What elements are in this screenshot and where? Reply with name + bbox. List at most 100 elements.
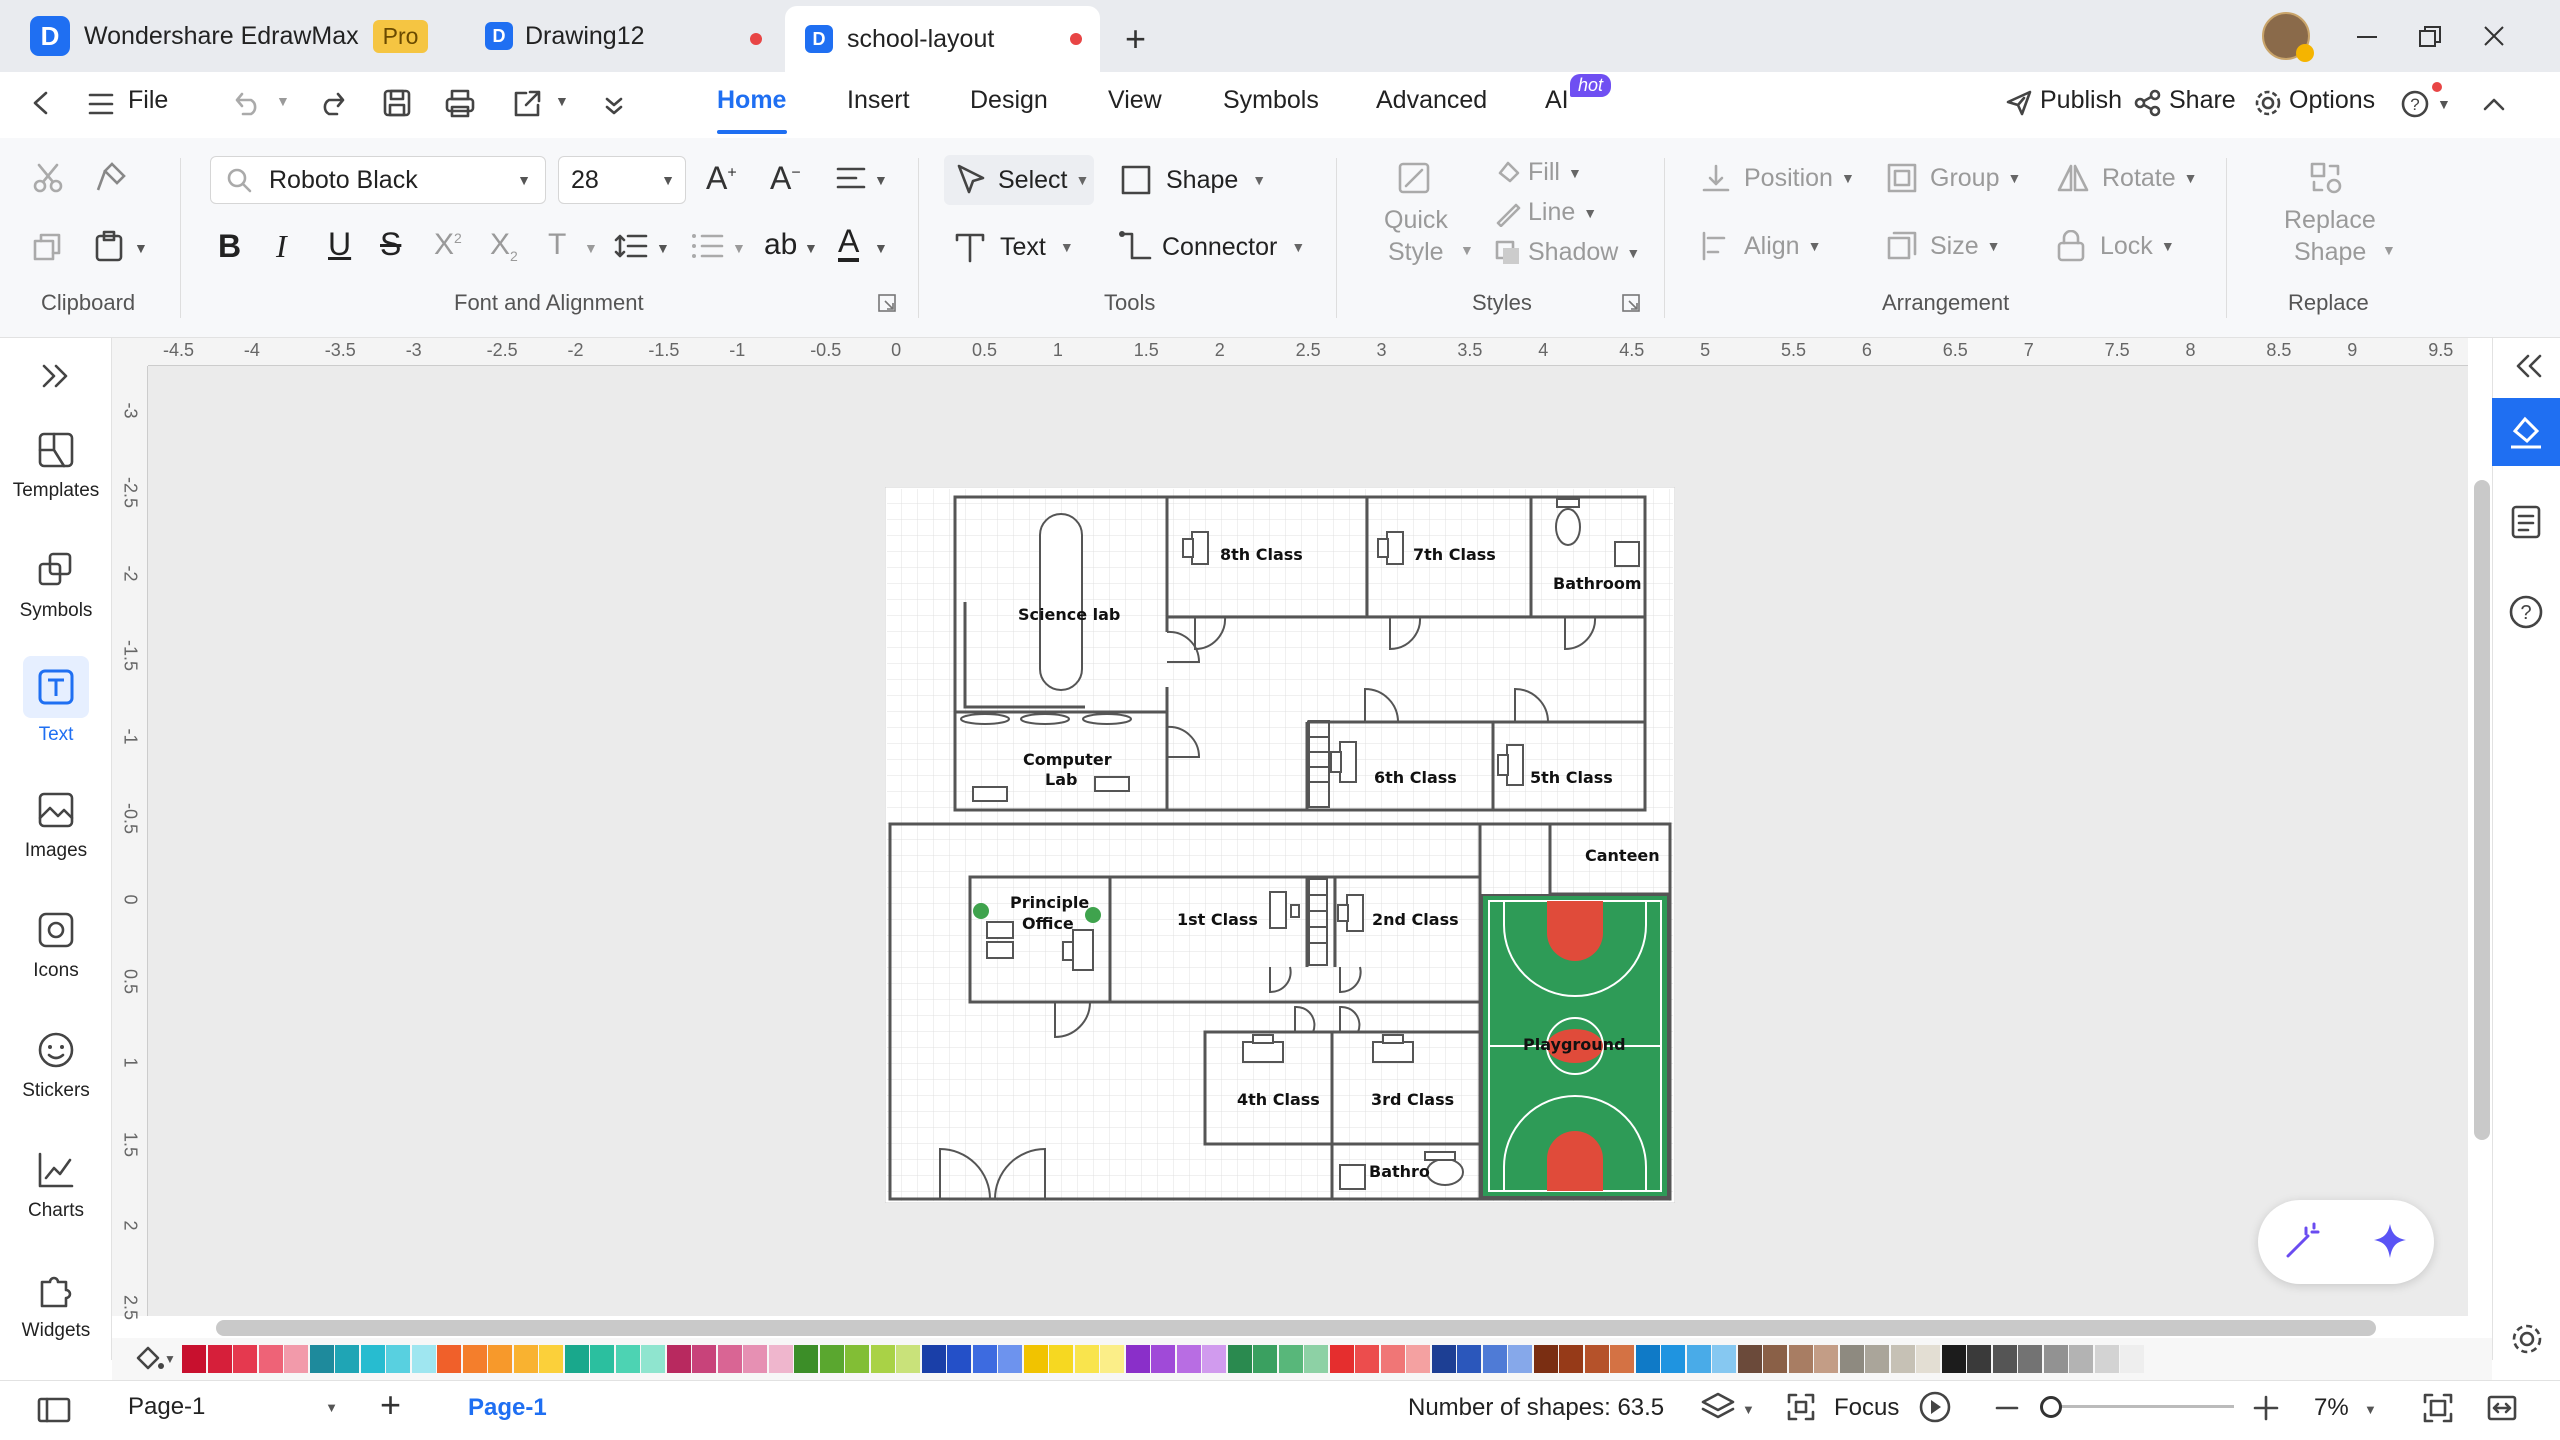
font-color-icon[interactable]: A — [838, 224, 860, 262]
horizontal-scrollbar[interactable] — [216, 1320, 2376, 1336]
app-tab[interactable]: D Wondershare EdrawMax Pro — [30, 0, 429, 72]
save-icon[interactable] — [382, 88, 412, 118]
copy-icon[interactable] — [32, 232, 62, 262]
paste-icon[interactable] — [94, 230, 126, 262]
export-icon[interactable] — [512, 88, 544, 118]
share-button[interactable]: Share — [2169, 86, 2236, 115]
layers-dropdown-caret[interactable]: ▼ — [1742, 1402, 1755, 1417]
room-5th-class[interactable]: 5th Class — [1530, 768, 1613, 787]
color-swatch[interactable] — [666, 1345, 691, 1373]
collapse-ribbon-icon[interactable] — [2482, 94, 2506, 114]
fill-dropdown-caret[interactable]: ▼ — [164, 1352, 176, 1366]
replace-shape-label-2[interactable]: Shape — [2294, 238, 2366, 267]
color-swatch[interactable] — [615, 1345, 640, 1373]
underline-icon[interactable]: U — [328, 226, 351, 263]
color-swatch[interactable] — [1992, 1345, 2017, 1373]
focus-button[interactable]: Focus — [1834, 1394, 1899, 1422]
layers-icon[interactable] — [1700, 1390, 1736, 1424]
room-computer-lab-line1[interactable]: Computer — [1023, 750, 1112, 769]
room-computer-lab-line2[interactable]: Lab — [1045, 770, 1077, 789]
color-swatch[interactable] — [1125, 1345, 1150, 1373]
color-swatch[interactable] — [2094, 1345, 2119, 1373]
color-swatch[interactable] — [845, 1345, 869, 1373]
color-swatch[interactable] — [1508, 1345, 1532, 1373]
size-button[interactable]: Size ▼ — [1886, 230, 2001, 262]
menu-tab-view[interactable]: View — [1108, 86, 1162, 115]
room-bathroom-bottom[interactable]: Bathro — [1369, 1162, 1430, 1181]
fit-width-icon[interactable] — [2486, 1394, 2518, 1422]
color-swatch[interactable] — [386, 1345, 410, 1373]
color-swatch[interactable] — [411, 1345, 436, 1373]
menu-tab-design[interactable]: Design — [970, 86, 1048, 115]
color-swatch[interactable] — [921, 1345, 946, 1373]
panel-item-templates[interactable]: Templates — [0, 428, 112, 502]
color-swatch[interactable] — [1686, 1345, 1711, 1373]
color-swatch[interactable] — [641, 1345, 665, 1373]
shadow-button[interactable]: Shadow ▼ — [1494, 238, 1640, 267]
replace-shape-label-1[interactable]: Replace — [2284, 206, 2376, 235]
color-swatch[interactable] — [1712, 1345, 1736, 1373]
zoom-level[interactable]: 7% — [2314, 1394, 2349, 1422]
color-swatch[interactable] — [309, 1345, 334, 1373]
menu-tab-home[interactable]: Home — [717, 86, 786, 115]
fill-bucket-icon[interactable] — [132, 1342, 166, 1374]
color-swatch[interactable] — [1839, 1345, 1864, 1373]
color-swatch[interactable] — [1737, 1345, 1762, 1373]
paste-dropdown-caret[interactable]: ▼ — [134, 240, 148, 256]
color-swatch[interactable] — [233, 1345, 257, 1373]
align-icon[interactable] — [836, 166, 866, 192]
zoom-out-icon[interactable] — [1994, 1396, 2020, 1420]
room-bathroom-top[interactable]: Bathroom — [1553, 574, 1642, 593]
quick-style-label-1[interactable]: Quick — [1384, 206, 1448, 235]
room-principle-office-line1[interactable]: Principle — [1010, 893, 1089, 912]
menu-tab-advanced[interactable]: Advanced — [1376, 86, 1487, 115]
color-swatch[interactable] — [1227, 1345, 1252, 1373]
color-swatch[interactable] — [1100, 1345, 1124, 1373]
color-swatch[interactable] — [1661, 1345, 1685, 1373]
cut-icon[interactable] — [32, 162, 64, 194]
line-button[interactable]: Line ▼ — [1494, 198, 1597, 227]
color-swatch[interactable] — [1814, 1345, 1838, 1373]
line-spacing-caret[interactable]: ▼ — [656, 240, 670, 256]
color-swatch[interactable] — [437, 1345, 461, 1373]
publish-icon[interactable] — [2005, 89, 2033, 117]
replace-shape-icon[interactable] — [2308, 160, 2344, 196]
add-page-icon[interactable]: + — [380, 1384, 401, 1426]
help-circle-icon[interactable]: ? — [2508, 594, 2544, 630]
expand-panel-icon[interactable] — [40, 362, 72, 390]
line-spacing-icon[interactable] — [614, 232, 648, 260]
color-swatch[interactable] — [1304, 1345, 1328, 1373]
share-icon[interactable] — [2134, 89, 2162, 117]
color-swatch[interactable] — [182, 1345, 206, 1373]
zoom-slider-thumb[interactable] — [2040, 1396, 2062, 1418]
color-swatch[interactable] — [1635, 1345, 1660, 1373]
text-style-icon[interactable]: T — [548, 228, 566, 262]
subscript-icon[interactable]: X2 — [490, 228, 518, 264]
font-color-caret[interactable]: ▼ — [874, 240, 888, 256]
color-swatch[interactable] — [564, 1345, 589, 1373]
color-swatch[interactable] — [1253, 1345, 1277, 1373]
strikethrough-icon[interactable]: S — [380, 226, 401, 263]
ai-sparkle-icon[interactable] — [2369, 1221, 2411, 1263]
collapse-right-panel-icon[interactable] — [2512, 352, 2544, 380]
rotate-button[interactable]: Rotate ▼ — [2056, 162, 2198, 194]
shape-tool-button[interactable]: Shape ▼ — [1120, 155, 1266, 205]
replace-shape-caret[interactable]: ▼ — [2382, 242, 2396, 258]
color-swatch[interactable] — [947, 1345, 971, 1373]
color-swatch[interactable] — [1049, 1345, 1073, 1373]
room-6th-class[interactable]: 6th Class — [1374, 768, 1457, 787]
room-3rd-class[interactable]: 3rd Class — [1371, 1090, 1454, 1109]
color-swatch[interactable] — [590, 1345, 614, 1373]
quick-style-caret[interactable]: ▼ — [1460, 242, 1474, 258]
color-swatch[interactable] — [1457, 1345, 1481, 1373]
help-icon[interactable]: ? — [2400, 89, 2430, 119]
color-swatch[interactable] — [1533, 1345, 1558, 1373]
color-swatch[interactable] — [2018, 1345, 2042, 1373]
more-chevrons-icon[interactable] — [603, 94, 625, 116]
select-tool-button[interactable]: Select ▼ — [944, 155, 1094, 205]
text-case-caret[interactable]: ▼ — [804, 240, 818, 256]
panel-item-stickers[interactable]: Stickers — [0, 1028, 112, 1102]
align-button[interactable]: Align ▼ — [1700, 230, 1821, 262]
superscript-icon[interactable]: X2 — [434, 228, 462, 262]
color-swatch[interactable] — [743, 1345, 767, 1373]
